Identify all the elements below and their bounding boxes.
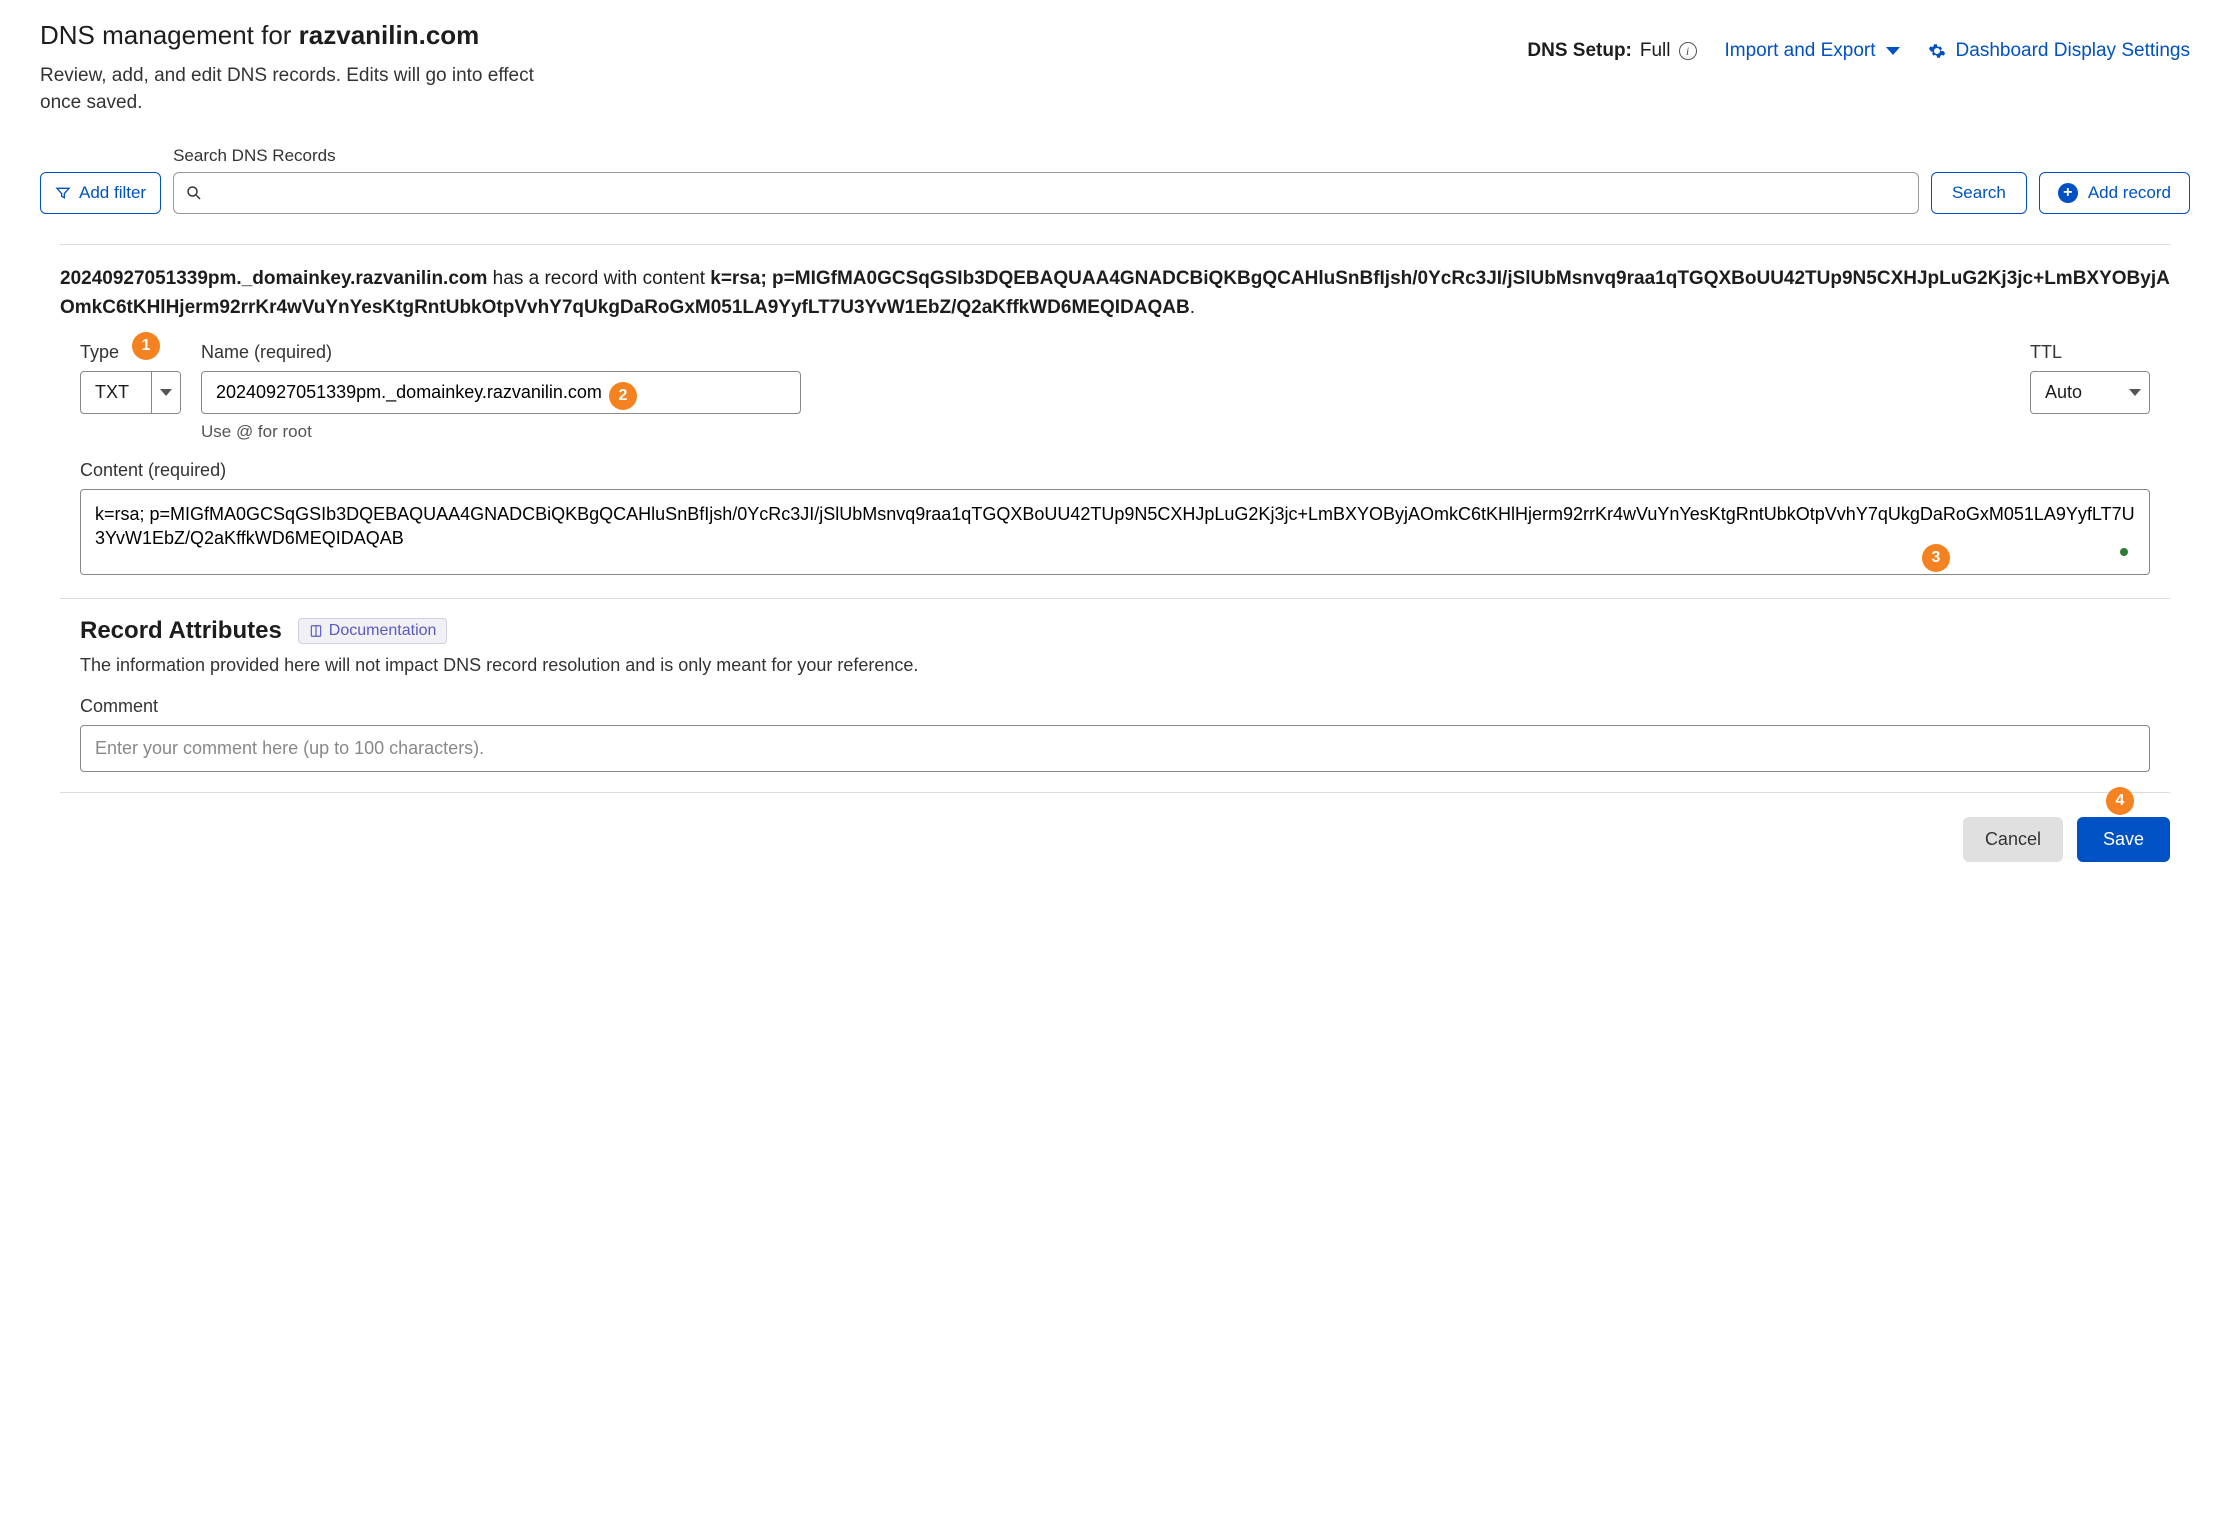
annotation-badge-1: 1 <box>132 332 160 360</box>
chevron-down-icon <box>2121 372 2149 413</box>
import-export-label: Import and Export <box>1725 40 1876 62</box>
import-export-dropdown[interactable]: Import and Export <box>1725 40 1900 62</box>
name-input[interactable] <box>201 371 801 414</box>
name-hint: Use @ for root <box>201 422 2010 442</box>
content-textarea[interactable] <box>80 489 2150 575</box>
attributes-description: The information provided here will not i… <box>80 655 2150 676</box>
annotation-badge-3: 3 <box>1922 544 1950 572</box>
page-subtitle: Review, add, and edit DNS records. Edits… <box>40 63 560 116</box>
content-label: Content (required) <box>80 460 2150 481</box>
comment-input[interactable] <box>80 725 2150 772</box>
display-settings-link[interactable]: Dashboard Display Settings <box>1928 40 2190 62</box>
book-icon <box>309 624 323 638</box>
ttl-label: TTL <box>2030 342 2150 363</box>
record-summary: 20240927051339pm._domainkey.razvanilin.c… <box>60 244 2170 322</box>
type-value: TXT <box>81 372 151 413</box>
type-select[interactable]: TXT <box>80 371 181 414</box>
chevron-down-icon <box>1886 47 1900 55</box>
comment-label: Comment <box>80 696 2150 717</box>
dns-setup-label: DNS Setup: <box>1527 40 1632 62</box>
dns-setup-value: Full <box>1640 40 1671 62</box>
save-button[interactable]: Save <box>2077 817 2170 862</box>
info-icon[interactable]: i <box>1679 42 1697 60</box>
add-filter-button[interactable]: Add filter <box>40 172 161 214</box>
documentation-label: Documentation <box>329 622 437 640</box>
attributes-title: Record Attributes <box>80 617 282 645</box>
annotation-badge-4: 4 <box>2106 787 2134 815</box>
chevron-down-icon <box>151 372 180 413</box>
add-record-button[interactable]: + Add record <box>2039 172 2190 214</box>
display-settings-label: Dashboard Display Settings <box>1956 40 2190 62</box>
record-summary-name: 20240927051339pm._domainkey.razvanilin.c… <box>60 268 487 289</box>
cancel-button[interactable]: Cancel <box>1963 817 2063 862</box>
divider <box>60 598 2170 599</box>
add-record-label: Add record <box>2088 183 2171 203</box>
search-input[interactable] <box>173 172 1919 214</box>
documentation-link[interactable]: Documentation <box>298 618 448 644</box>
page-title: DNS management for razvanilin.com <box>40 20 560 51</box>
name-label: Name (required) <box>201 342 2010 363</box>
plus-icon: + <box>2058 183 2078 203</box>
filter-icon <box>55 185 71 201</box>
annotation-badge-2: 2 <box>609 382 637 410</box>
search-button[interactable]: Search <box>1931 172 2027 214</box>
add-filter-label: Add filter <box>79 183 146 203</box>
ttl-select[interactable]: Auto <box>2030 371 2150 414</box>
title-domain: razvanilin.com <box>299 20 480 50</box>
search-icon <box>185 184 203 202</box>
title-prefix: DNS management for <box>40 20 299 50</box>
dns-setup: DNS Setup: Full i <box>1527 40 1696 62</box>
search-label: Search DNS Records <box>173 146 1919 166</box>
ttl-value: Auto <box>2031 372 2121 413</box>
record-summary-mid: has a record with content <box>487 268 710 289</box>
type-label: Type <box>80 342 181 363</box>
gear-icon <box>1928 42 1946 60</box>
